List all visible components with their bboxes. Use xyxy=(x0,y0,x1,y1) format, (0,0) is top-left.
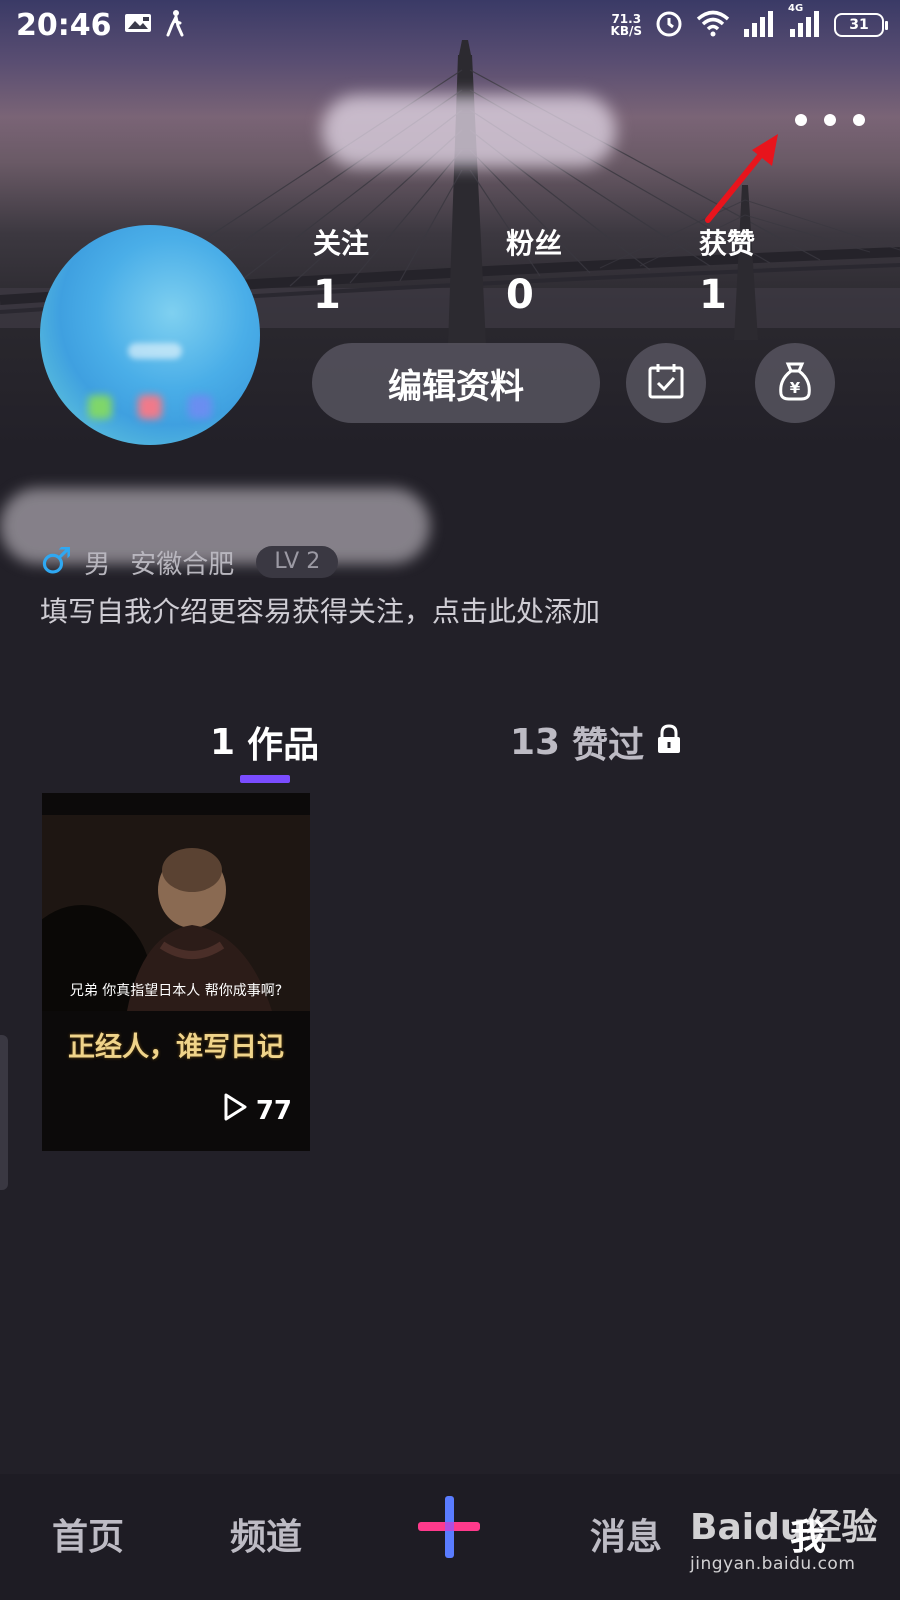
photo-icon xyxy=(124,11,152,39)
status-bar: 20:46 71.3 KB/S 4G 31 xyxy=(0,0,900,50)
bio-placeholder[interactable]: 填写自我介绍更容易获得关注，点击此处添加 xyxy=(40,590,600,630)
nav-channel[interactable]: 频道 xyxy=(230,1508,302,1560)
status-time: 20:46 xyxy=(16,7,112,43)
bottom-navigation: 首页 频道 消息 我 Baidu经验 jingyan.baidu.com xyxy=(0,1474,900,1600)
edge-drawer-handle[interactable] xyxy=(0,1035,8,1190)
stat-following[interactable]: 关注 1 xyxy=(313,222,369,318)
walk-icon xyxy=(164,9,186,41)
tab-liked[interactable]: 13 赞过 xyxy=(510,716,682,768)
tab-works-label: 作品 xyxy=(247,725,320,766)
tab-works[interactable]: 1 作品 xyxy=(210,716,319,768)
svg-text:¥: ¥ xyxy=(790,379,801,397)
stat-followers-value: 0 xyxy=(506,272,534,318)
play-count: 77 xyxy=(222,1092,292,1129)
stat-following-value: 1 xyxy=(313,272,341,318)
stat-followers-label: 粉丝 xyxy=(506,227,563,260)
stat-followers[interactable]: 粉丝 0 xyxy=(506,222,562,318)
signal-icon xyxy=(742,9,776,41)
stat-likes-label: 获赞 xyxy=(699,227,756,260)
annotation-arrow xyxy=(705,134,778,223)
redacted-nickname xyxy=(322,95,616,167)
more-icon[interactable] xyxy=(795,105,865,135)
plus-icon[interactable] xyxy=(416,1494,482,1560)
level-badge: LV 2 xyxy=(256,546,339,578)
avatar[interactable] xyxy=(40,225,260,445)
checkin-button[interactable] xyxy=(626,343,706,423)
stat-following-label: 关注 xyxy=(313,227,370,260)
video-subtitle: 兄弟 你真指望日本人 帮你成事啊? xyxy=(69,983,283,999)
lock-icon xyxy=(656,722,682,763)
wifi-icon xyxy=(696,9,730,41)
battery-indicator: 31 xyxy=(834,13,888,37)
nav-home[interactable]: 首页 xyxy=(52,1508,124,1560)
network-speed: 71.3 KB/S xyxy=(610,12,642,38)
alarm-icon xyxy=(654,8,684,42)
play-count-value: 77 xyxy=(255,1095,292,1126)
tab-works-count: 1 xyxy=(210,721,236,763)
profile-meta: ♂ 男 安徽合肥 LV 2 xyxy=(40,541,339,582)
video-thumbnail[interactable]: 兄弟 你真指望日本人 帮你成事啊? 正经人，谁写日记 77 xyxy=(42,793,310,1151)
stat-likes-value: 1 xyxy=(699,272,727,318)
tab-liked-count: 13 xyxy=(510,721,561,763)
baidu-jingyan-watermark: Baidu经验 jingyan.baidu.com xyxy=(690,1507,878,1575)
watermark-brand: Baidu经验 xyxy=(690,1507,878,1548)
tab-active-indicator xyxy=(240,775,290,783)
nav-messages[interactable]: 消息 xyxy=(590,1508,662,1560)
stat-likes[interactable]: 获赞 1 xyxy=(699,222,755,318)
signal-4g-icon: 4G xyxy=(788,3,822,41)
location-text: 安徽合肥 xyxy=(130,549,235,580)
money-bag-icon: ¥ xyxy=(775,360,815,406)
video-caption: 正经人，谁写日记 xyxy=(68,1032,284,1063)
edit-profile-button[interactable]: 编辑资料 xyxy=(312,343,600,423)
calendar-check-icon xyxy=(646,361,686,405)
watermark-url: jingyan.baidu.com xyxy=(690,1554,856,1574)
wallet-button[interactable]: ¥ xyxy=(755,343,835,423)
play-icon xyxy=(222,1092,248,1129)
gender-text: 男 xyxy=(84,549,111,580)
male-icon: ♂ xyxy=(40,541,73,582)
tab-liked-label: 赞过 xyxy=(572,725,645,766)
